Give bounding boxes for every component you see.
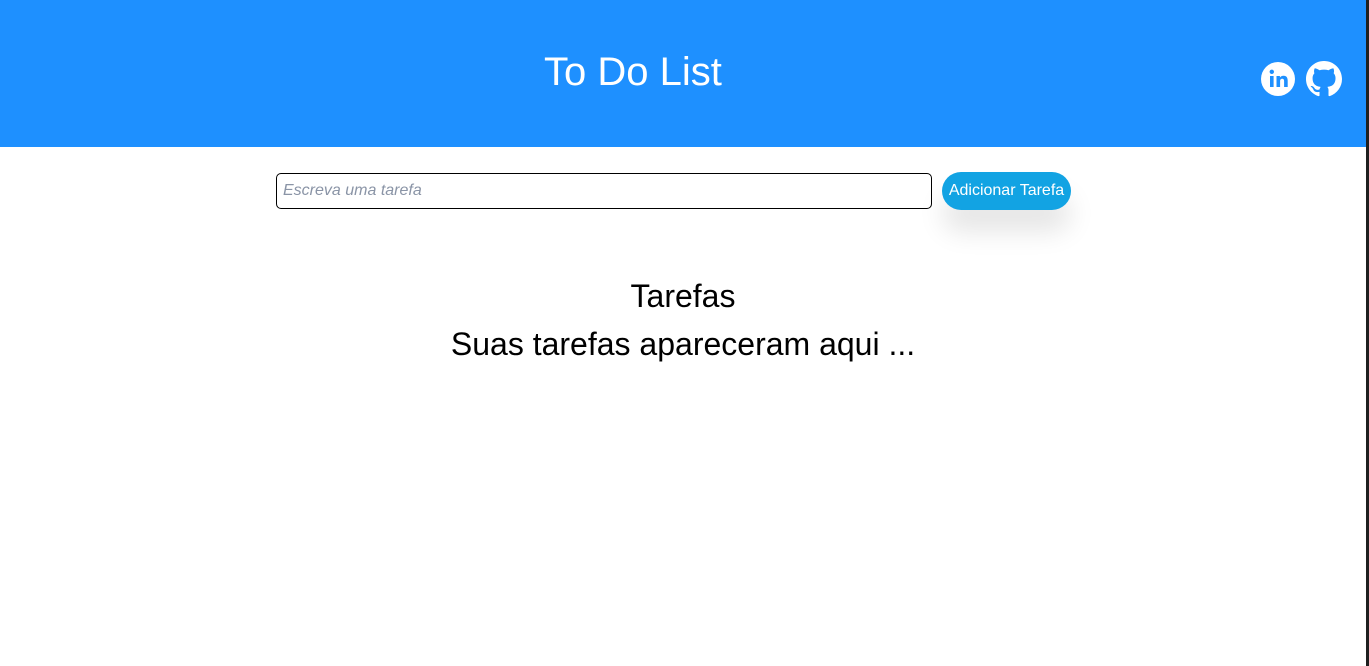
task-input[interactable]: [276, 173, 932, 209]
add-task-button[interactable]: Adicionar Tarefa: [942, 172, 1071, 210]
github-link[interactable]: [1306, 61, 1342, 97]
page-title: To Do List: [544, 50, 722, 94]
add-task-form: Adicionar Tarefa: [276, 172, 1076, 212]
linkedin-link[interactable]: [1260, 61, 1296, 97]
github-icon: [1306, 61, 1342, 97]
linkedin-icon: [1261, 62, 1295, 96]
app-header: To Do List: [0, 0, 1366, 147]
page: To Do List Adicionar Tarefa Tarefas Sua: [0, 0, 1369, 666]
tasks-section: Tarefas Suas tarefas apareceram aqui ...: [0, 276, 1366, 364]
tasks-heading: Tarefas: [630, 278, 736, 314]
social-links: [1260, 61, 1342, 97]
empty-tasks-message: Suas tarefas apareceram aqui ...: [450, 326, 916, 362]
